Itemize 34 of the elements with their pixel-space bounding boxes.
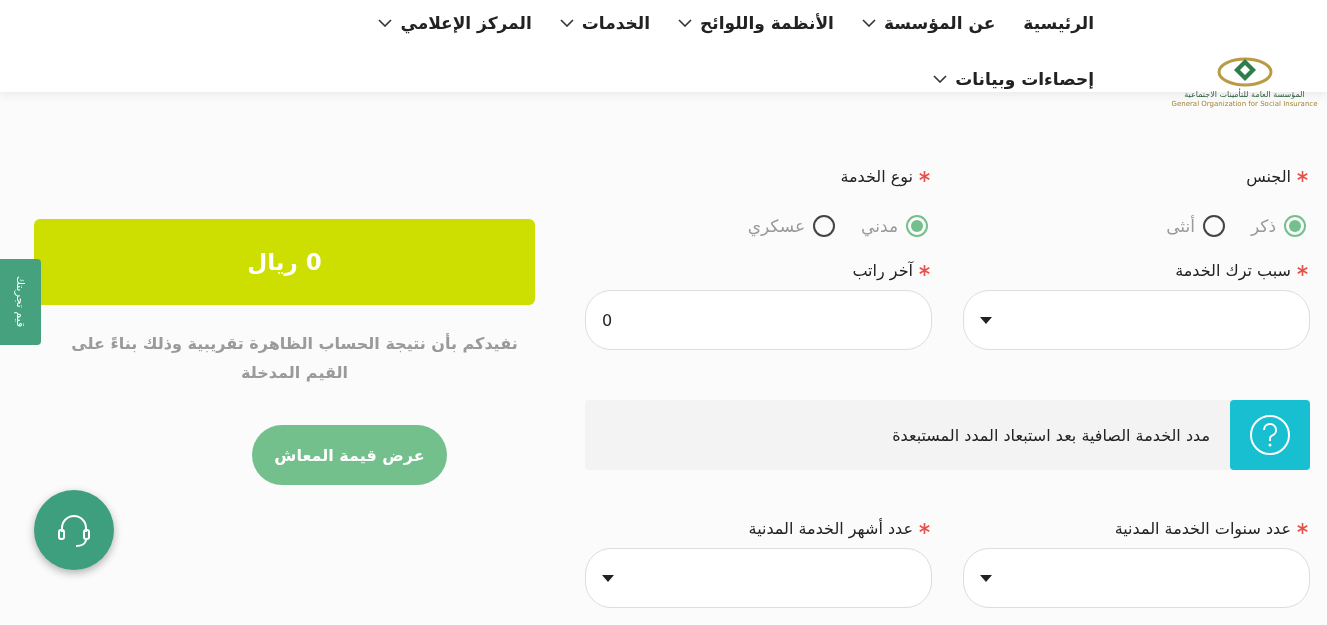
nav-link[interactable]: الرئيسية (1023, 10, 1094, 36)
field-label: نوع الخدمة (840, 166, 913, 186)
question-icon (1249, 414, 1291, 456)
radio-button[interactable] (1202, 215, 1225, 237)
caret-down-icon (602, 574, 614, 582)
caret-down-icon (980, 574, 992, 582)
radio-label: عسكري (747, 216, 806, 236)
info-text: مدد الخدمة الصافية بعد استبعاد المدد المستبعدة (892, 425, 1210, 445)
support-button[interactable] (34, 490, 114, 570)
radio-label: مدني (861, 216, 898, 236)
field-label: سبب ترك الخدمة (1175, 260, 1291, 280)
radio-label: أنثى (1166, 216, 1195, 236)
field-label: عدد أشهر الخدمة المدنية (748, 518, 913, 538)
nav-link[interactable]: الخدمات (559, 10, 650, 36)
radio-label: ذكر (1250, 216, 1276, 236)
dropdown-field[interactable] (963, 548, 1310, 608)
nav-link[interactable]: إحصاءات وبيانات (933, 66, 1094, 92)
disclaimer-text: نفيدكم بأن نتيجة الحساب الظاهرة تقريبية وذلك بناءً على القيم المدخلة (70, 332, 519, 384)
pension-amount: 0 ريال (34, 219, 535, 305)
radio-button[interactable] (813, 215, 836, 237)
caret-down-icon (980, 316, 992, 324)
dropdown-field[interactable] (963, 290, 1310, 350)
field-label: عدد سنوات الخدمة المدنية (1114, 518, 1291, 538)
input-field[interactable]: 0 (585, 290, 932, 350)
logo-icon (1216, 55, 1273, 89)
nav-link[interactable]: المركز الإعلامي (378, 10, 532, 36)
logo-arabic-text: المؤسسة العامة للتأمينات الاجتماعية (1184, 90, 1305, 99)
radio-button[interactable] (1284, 215, 1306, 237)
dropdown-field[interactable] (585, 548, 932, 608)
radio-button[interactable] (906, 215, 928, 237)
nav-link[interactable]: الأنظمة واللوائح (678, 10, 834, 36)
field-label: آخر راتب (852, 260, 913, 280)
nav-link[interactable]: عن المؤسسة (861, 10, 996, 36)
field-label: الجنس (1246, 166, 1291, 186)
